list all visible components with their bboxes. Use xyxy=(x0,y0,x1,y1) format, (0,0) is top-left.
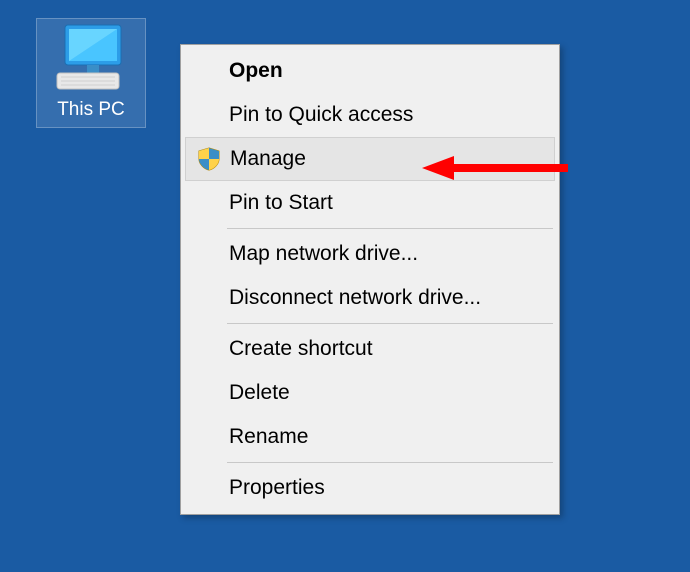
menu-separator xyxy=(227,323,553,324)
menu-item-properties[interactable]: Properties xyxy=(183,466,557,510)
menu-separator xyxy=(227,462,553,463)
menu-label: Disconnect network drive... xyxy=(229,286,481,310)
menu-item-rename[interactable]: Rename xyxy=(183,415,557,459)
menu-label: Rename xyxy=(229,425,308,449)
menu-label: Properties xyxy=(229,476,325,500)
menu-item-open[interactable]: Open xyxy=(183,49,557,93)
menu-item-delete[interactable]: Delete xyxy=(183,371,557,415)
menu-label: Delete xyxy=(229,381,290,405)
shield-icon xyxy=(196,146,222,172)
desktop-icon-this-pc[interactable]: This PC xyxy=(36,18,146,128)
menu-item-create-shortcut[interactable]: Create shortcut xyxy=(183,327,557,371)
menu-label: Manage xyxy=(230,147,306,171)
menu-item-pin-start[interactable]: Pin to Start xyxy=(183,181,557,225)
menu-separator xyxy=(227,228,553,229)
menu-label: Pin to Quick access xyxy=(229,103,413,127)
context-menu: Open Pin to Quick access Manage Pin to S… xyxy=(180,44,560,515)
menu-item-disconnect-network-drive[interactable]: Disconnect network drive... xyxy=(183,276,557,320)
menu-item-pin-quick-access[interactable]: Pin to Quick access xyxy=(183,93,557,137)
menu-label: Map network drive... xyxy=(229,242,418,266)
menu-item-manage[interactable]: Manage xyxy=(185,137,555,181)
desktop-icon-label: This PC xyxy=(57,99,125,121)
menu-label: Create shortcut xyxy=(229,337,373,361)
menu-label: Pin to Start xyxy=(229,191,333,215)
menu-label: Open xyxy=(229,59,283,83)
computer-icon xyxy=(51,23,131,93)
menu-item-map-network-drive[interactable]: Map network drive... xyxy=(183,232,557,276)
